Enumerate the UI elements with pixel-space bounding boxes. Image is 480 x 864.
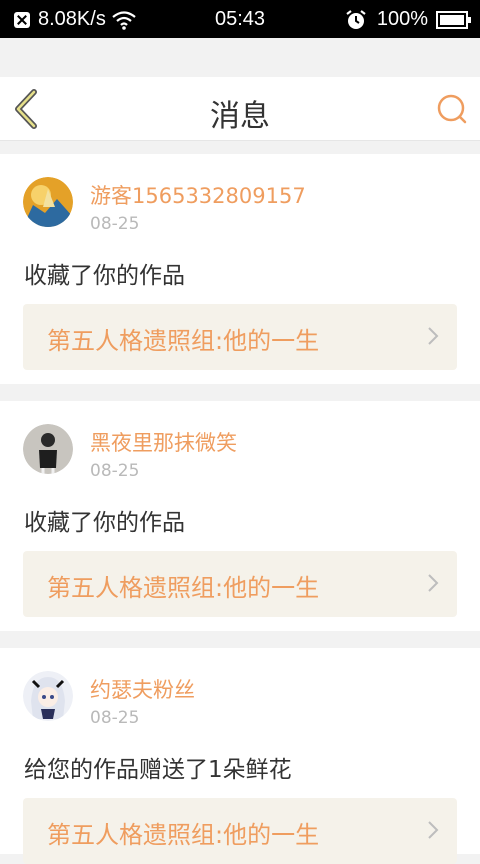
- message-card: 黑夜里那抹微笑 08-25 收藏了你的作品 第五人格遗照组:他的一生: [0, 401, 480, 631]
- search-icon[interactable]: [436, 93, 468, 125]
- status-bar: 8.08K/s 05:43 100%: [0, 0, 480, 38]
- chevron-right-icon: [428, 327, 439, 345]
- chevron-right-icon: [428, 821, 439, 839]
- work-link[interactable]: 第五人格遗照组:他的一生: [23, 551, 457, 617]
- message-action: 收藏了你的作品: [24, 263, 185, 289]
- avatar[interactable]: [23, 671, 73, 721]
- status-right: 100%: [345, 8, 471, 31]
- message-action: 给您的作品赠送了1朵鲜花: [24, 757, 292, 783]
- page-title: 消息: [210, 99, 270, 134]
- avatar[interactable]: [23, 424, 73, 474]
- work-link[interactable]: 第五人格遗照组:他的一生: [23, 304, 457, 370]
- work-link[interactable]: 第五人格遗照组:他的一生: [23, 798, 457, 864]
- header-bar: 消息: [0, 77, 480, 141]
- work-title: 第五人格遗照组:他的一生: [47, 574, 320, 602]
- battery-percent: 100%: [376, 8, 428, 30]
- message-date: 08-25: [90, 214, 140, 234]
- battery-icon: [436, 10, 471, 29]
- work-title: 第五人格遗照组:他的一生: [47, 821, 320, 849]
- work-title: 第五人格遗照组:他的一生: [47, 327, 320, 355]
- message-action: 收藏了你的作品: [24, 510, 185, 536]
- message-date: 08-25: [90, 461, 140, 481]
- username[interactable]: 游客1565332809157: [90, 180, 306, 210]
- alarm-icon: [346, 9, 366, 29]
- message-card: 游客1565332809157 08-25 收藏了你的作品 第五人格遗照组:他的…: [0, 154, 480, 384]
- message-date: 08-25: [90, 708, 140, 728]
- avatar[interactable]: [23, 177, 73, 227]
- username[interactable]: 黑夜里那抹微笑: [90, 427, 237, 457]
- message-card: 约瑟夫粉丝 08-25 给您的作品赠送了1朵鲜花 第五人格遗照组:他的一生: [0, 648, 480, 864]
- username[interactable]: 约瑟夫粉丝: [90, 674, 195, 704]
- chevron-right-icon: [428, 574, 439, 592]
